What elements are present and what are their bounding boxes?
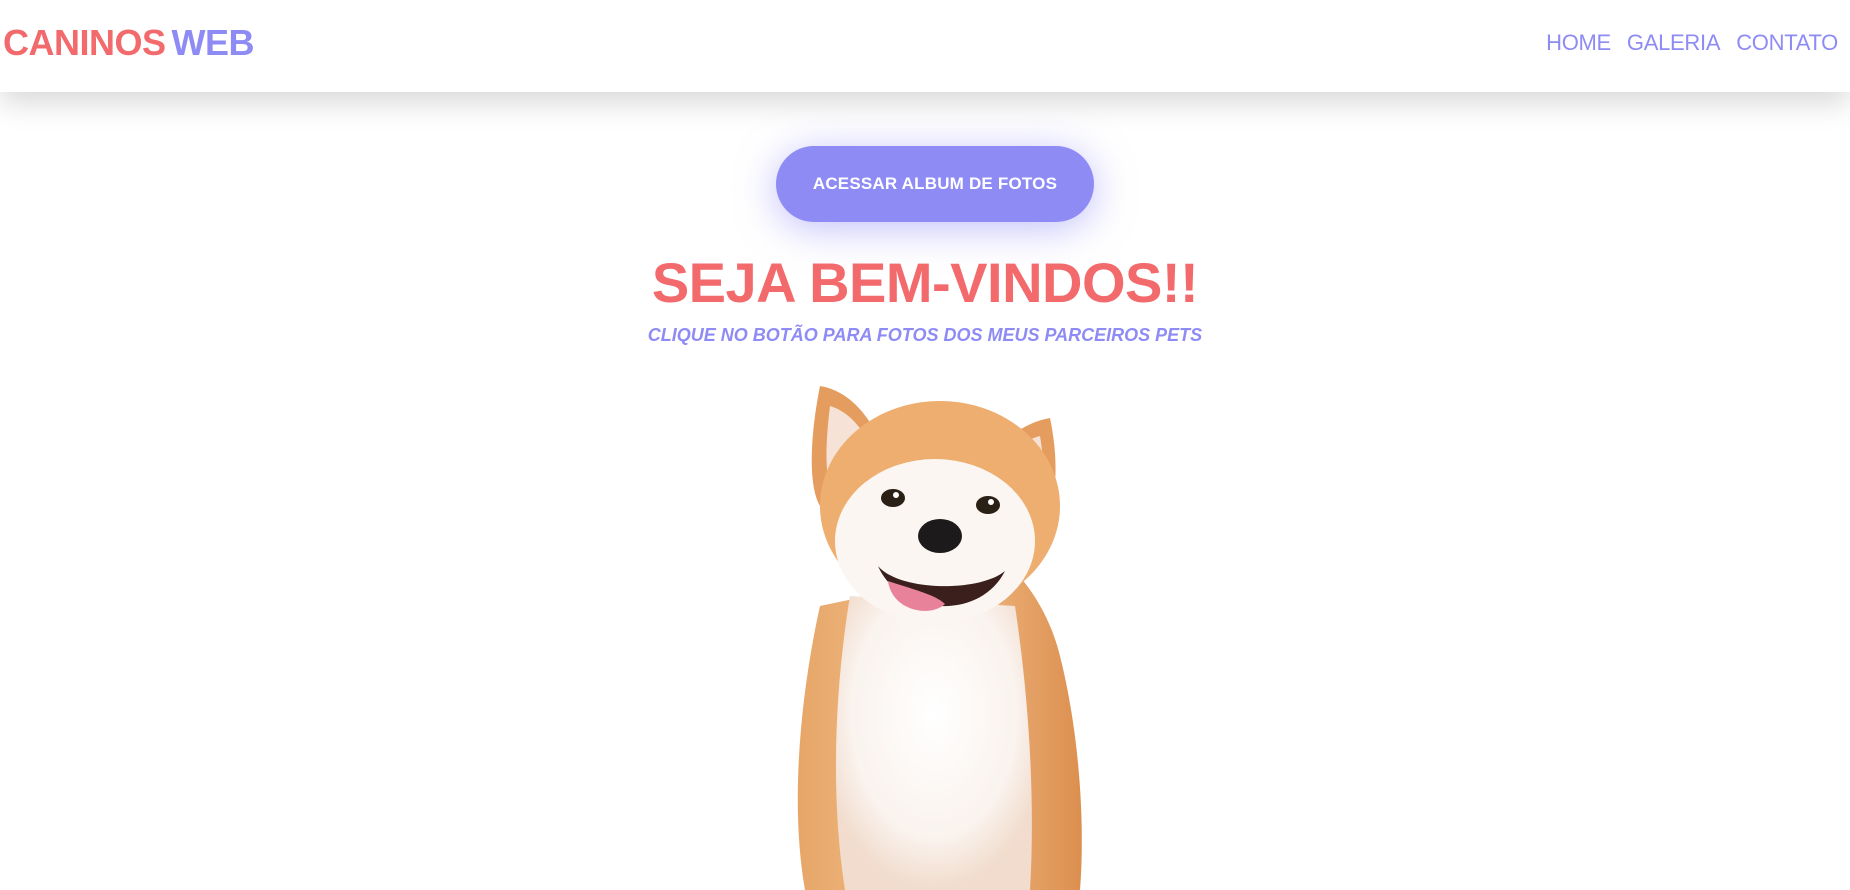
brand-name-web: WEB	[171, 22, 255, 63]
nav-link-galeria[interactable]: GALERIA	[1627, 30, 1721, 56]
page-title: SEJA BEM-VINDOS!!	[651, 251, 1199, 314]
nav-link-contato[interactable]: CONTATO	[1736, 30, 1838, 56]
brand-name-caninos: CANINOS	[3, 22, 166, 63]
nav-link-home[interactable]: HOME	[1546, 30, 1611, 56]
main-nav: HOME GALERIA CONTATO	[1546, 30, 1838, 56]
shiba-inu-dog-image	[797, 386, 1082, 890]
brand-logo[interactable]: CANINOS WEB	[3, 22, 255, 64]
top-navbar: CANINOS WEB HOME GALERIA CONTATO	[0, 0, 1850, 92]
page-subtitle: CLIQUE NO BOTÃO PARA FOTOS DOS MEUS PARC…	[647, 325, 1203, 345]
open-album-button[interactable]: ACESSAR ALBUM DE FOTOS	[776, 146, 1094, 222]
